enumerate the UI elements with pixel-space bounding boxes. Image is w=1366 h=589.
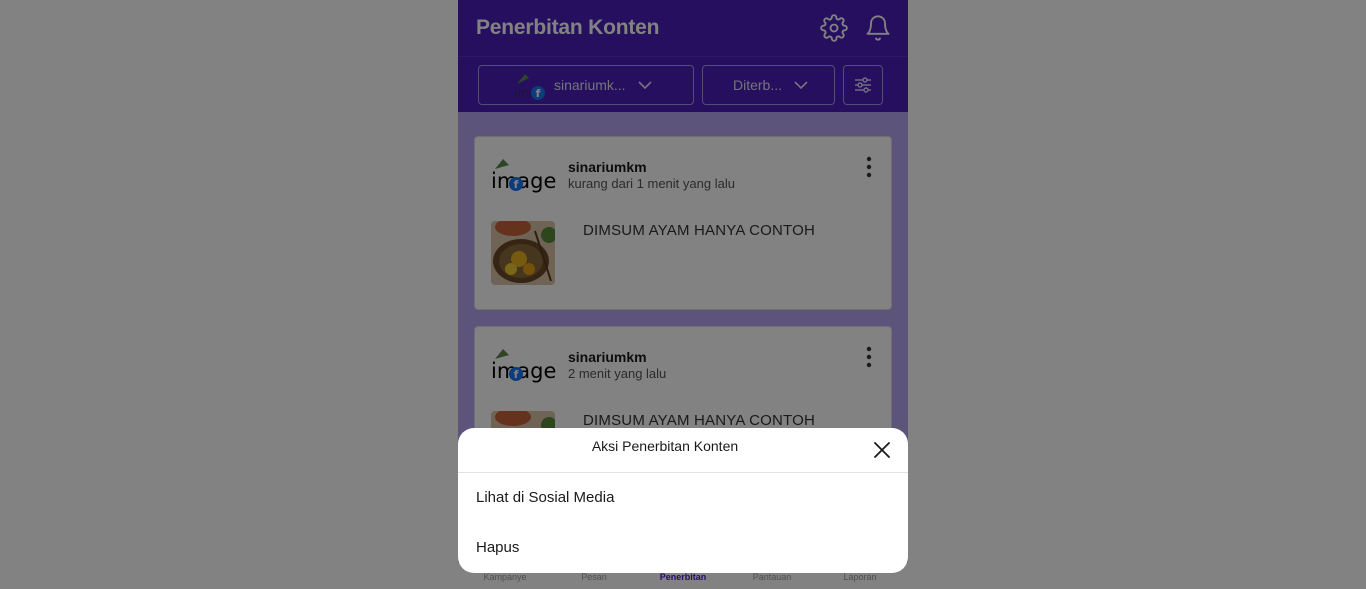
divider xyxy=(458,472,908,473)
delete-option[interactable]: Hapus xyxy=(476,539,519,556)
action-sheet: Aksi Penerbitan Konten Lihat di Sosial M… xyxy=(458,428,908,573)
action-sheet-title: Aksi Penerbitan Konten xyxy=(591,438,739,454)
view-on-social-media-option[interactable]: Lihat di Sosial Media xyxy=(476,489,614,506)
close-icon[interactable] xyxy=(872,440,892,460)
